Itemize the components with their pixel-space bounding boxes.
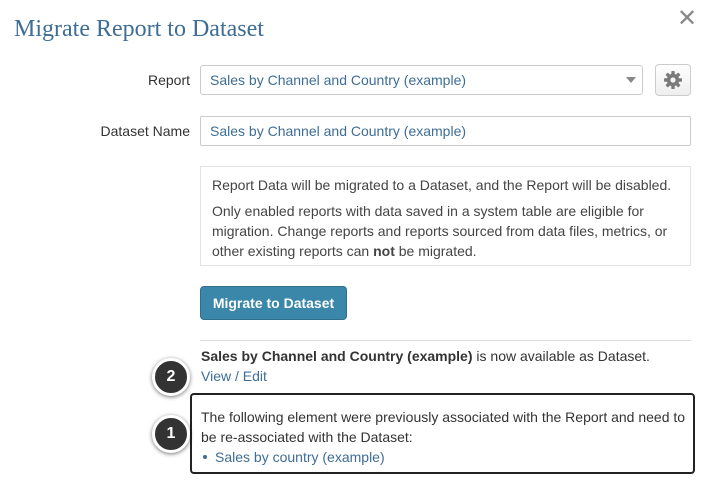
report-select[interactable]: Sales by Channel and Country (example) xyxy=(200,65,643,95)
view-edit-links: View / Edit xyxy=(201,366,267,386)
associated-elements-message: The following element were previously as… xyxy=(201,409,686,445)
list-item: Sales by country (example) xyxy=(201,447,686,467)
associated-element-link[interactable]: Sales by country (example) xyxy=(215,449,385,465)
dataset-name-input[interactable] xyxy=(200,116,691,146)
result-report-name: Sales by Channel and Country (example) xyxy=(201,348,473,364)
chevron-down-icon xyxy=(626,77,636,83)
info-emphasis: not xyxy=(373,243,395,259)
settings-button[interactable] xyxy=(655,64,691,96)
close-icon[interactable]: ✕ xyxy=(676,7,698,31)
report-label: Report xyxy=(147,72,190,88)
link-separator: / xyxy=(231,368,243,384)
dataset-name-label: Dataset Name xyxy=(100,123,190,139)
info-line-2-end: be migrated. xyxy=(394,243,477,259)
report-select-value: Sales by Channel and Country (example) xyxy=(210,72,467,88)
migration-result-message: Sales by Channel and Country (example) i… xyxy=(201,346,691,366)
divider xyxy=(200,340,691,341)
view-link[interactable]: View xyxy=(201,368,231,384)
result-message-text: is now available as Dataset. xyxy=(472,348,650,364)
callout-badge-1: 1 xyxy=(152,415,190,453)
associated-elements-box: The following element were previously as… xyxy=(190,393,695,474)
callout-badge-2: 2 xyxy=(152,358,190,396)
dialog-title: Migrate Report to Dataset xyxy=(14,16,264,42)
associated-elements-content: The following element were previously as… xyxy=(201,407,686,467)
gear-icon xyxy=(663,70,683,90)
edit-link[interactable]: Edit xyxy=(243,368,267,384)
info-line-1: Report Data will be migrated to a Datase… xyxy=(212,177,672,193)
info-line-2: Only enabled reports with data saved in … xyxy=(212,201,679,261)
associated-elements-list: Sales by country (example) xyxy=(201,447,686,467)
migrate-to-dataset-button[interactable]: Migrate to Dataset xyxy=(200,286,347,320)
migration-info-box: Report Data will be migrated to a Datase… xyxy=(200,166,691,266)
